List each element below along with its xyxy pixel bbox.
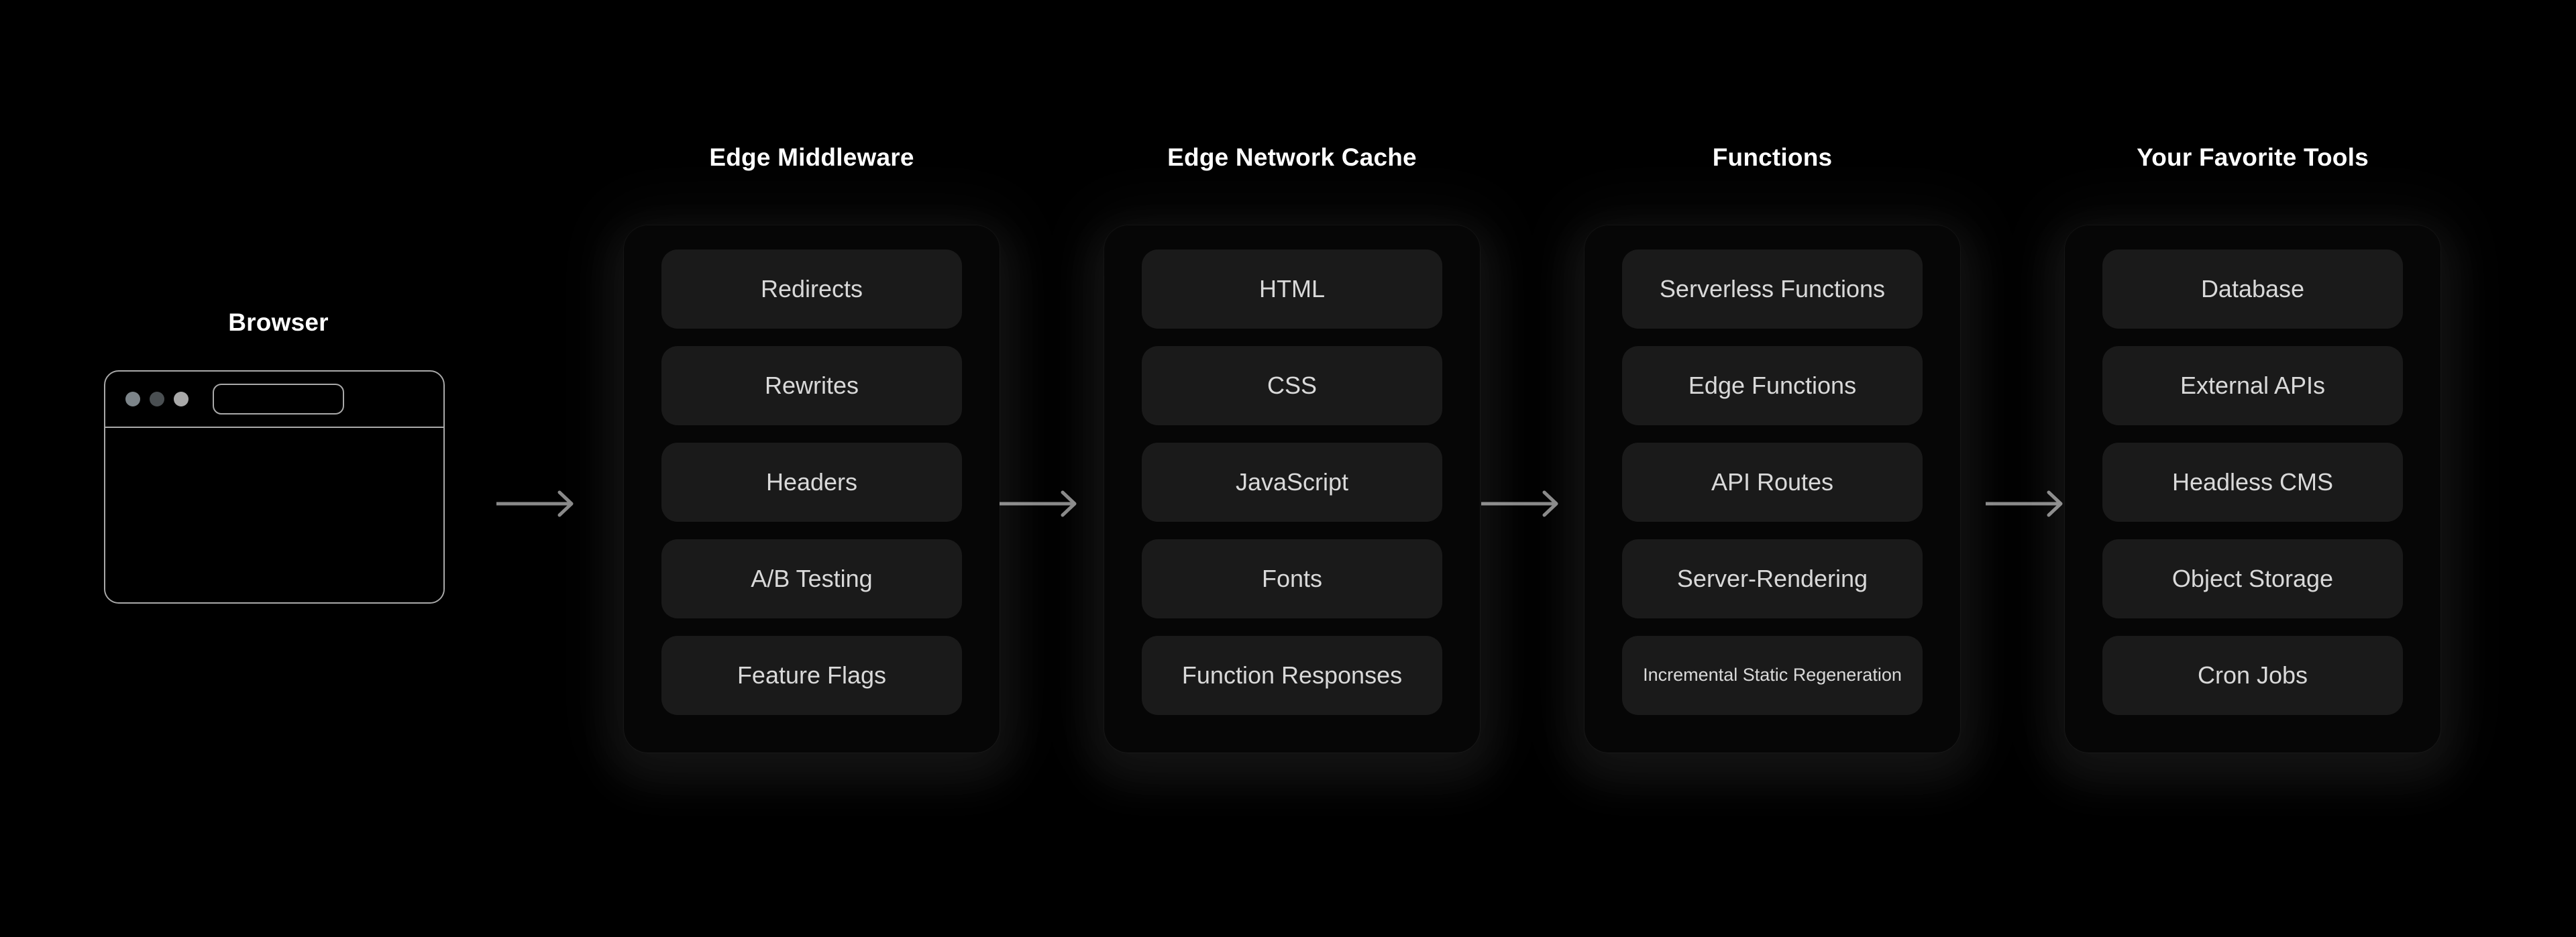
feature-pill[interactable]: Headless CMS [2102,443,2403,522]
column-functions: Functions Serverless Functions Edge Func… [1585,141,1960,753]
feature-pill-label: HTML [1259,274,1325,302]
feature-pill-label: Edge Functions [1688,371,1857,399]
feature-pill-label: Rewrites [764,371,859,399]
feature-pill-label: Serverless Functions [1659,274,1886,302]
feature-pill-label: CSS [1267,371,1318,399]
arrow-browser-to-edge-middleware [496,488,577,519]
column-panel: Serverless Functions Edge Functions API … [1585,225,1960,753]
column-panel: HTML CSS JavaScript Fonts Function Respo… [1104,225,1480,753]
feature-pill[interactable]: Server-Rendering [1622,539,1923,618]
feature-pill-label: Headers [765,467,858,496]
feature-pill[interactable]: External APIs [2102,346,2403,425]
column-panel: Database External APIs Headless CMS Obje… [2065,225,2440,753]
feature-pill-label: Redirects [760,274,863,302]
diagram-canvas: Browser Edge Middleware Redirects Rewrit… [0,0,2576,937]
column-edge-middleware: Edge Middleware Redirects Rewrites Heade… [624,141,1000,753]
column-title: Functions [1712,144,1833,171]
column-your-favorite-tools: Your Favorite Tools Database External AP… [2065,141,2440,753]
feature-pill-label: Cron Jobs [2197,661,2308,689]
feature-pill[interactable]: HTML [1142,250,1442,329]
column-edge-network-cache: Edge Network Cache HTML CSS JavaScript F… [1104,141,1480,753]
feature-pill-label: A/B Testing [751,564,873,592]
browser-url-bar[interactable] [213,384,344,415]
traffic-light-maximize-icon [174,392,189,406]
feature-pill[interactable]: API Routes [1622,443,1923,522]
feature-pill[interactable]: Incremental Static Regeneration [1622,636,1923,715]
browser-chrome-bar [105,372,443,428]
browser-viewport [105,428,443,602]
feature-pill[interactable]: Cron Jobs [2102,636,2403,715]
feature-pill[interactable]: Edge Functions [1622,346,1923,425]
feature-pill[interactable]: A/B Testing [661,539,962,618]
feature-pill-label: Feature Flags [737,661,887,689]
column-title: Edge Middleware [709,144,914,171]
traffic-light-minimize-icon [150,392,164,406]
feature-pill-label: Headless CMS [2171,467,2334,496]
feature-pill-label: Function Responses [1181,661,1403,689]
browser-group: Browser [104,309,453,630]
feature-pill[interactable]: JavaScript [1142,443,1442,522]
feature-pill[interactable]: Feature Flags [661,636,962,715]
feature-pill[interactable]: Headers [661,443,962,522]
feature-pill-label: Object Storage [2171,564,2334,592]
arrow-edge-middleware-to-edge-network-cache [999,488,1080,519]
feature-pill[interactable]: Database [2102,250,2403,329]
feature-pill-label: JavaScript [1235,467,1349,496]
feature-pill[interactable]: Redirects [661,250,962,329]
feature-pill[interactable]: Rewrites [661,346,962,425]
arrow-functions-to-your-favorite-tools [1985,488,2066,519]
feature-pill[interactable]: CSS [1142,346,1442,425]
feature-pill-label: External APIs [2180,371,2326,399]
feature-pill-label: Database [2200,274,2305,302]
feature-pill-label: Server-Rendering [1676,564,1868,592]
column-panel: Redirects Rewrites Headers A/B Testing F… [624,225,1000,753]
column-title: Your Favorite Tools [2137,144,2369,171]
column-title: Edge Network Cache [1167,144,1417,171]
feature-pill[interactable]: Function Responses [1142,636,1442,715]
browser-window [104,370,445,604]
feature-pill-label: Incremental Static Regeneration [1643,665,1902,685]
feature-pill-label: API Routes [1711,467,1834,496]
feature-pill-label: Fonts [1261,564,1323,592]
arrow-edge-network-cache-to-functions [1481,488,1562,519]
feature-pill[interactable]: Object Storage [2102,539,2403,618]
browser-label: Browser [228,309,329,336]
feature-pill[interactable]: Serverless Functions [1622,250,1923,329]
traffic-light-close-icon [125,392,140,406]
feature-pill[interactable]: Fonts [1142,539,1442,618]
